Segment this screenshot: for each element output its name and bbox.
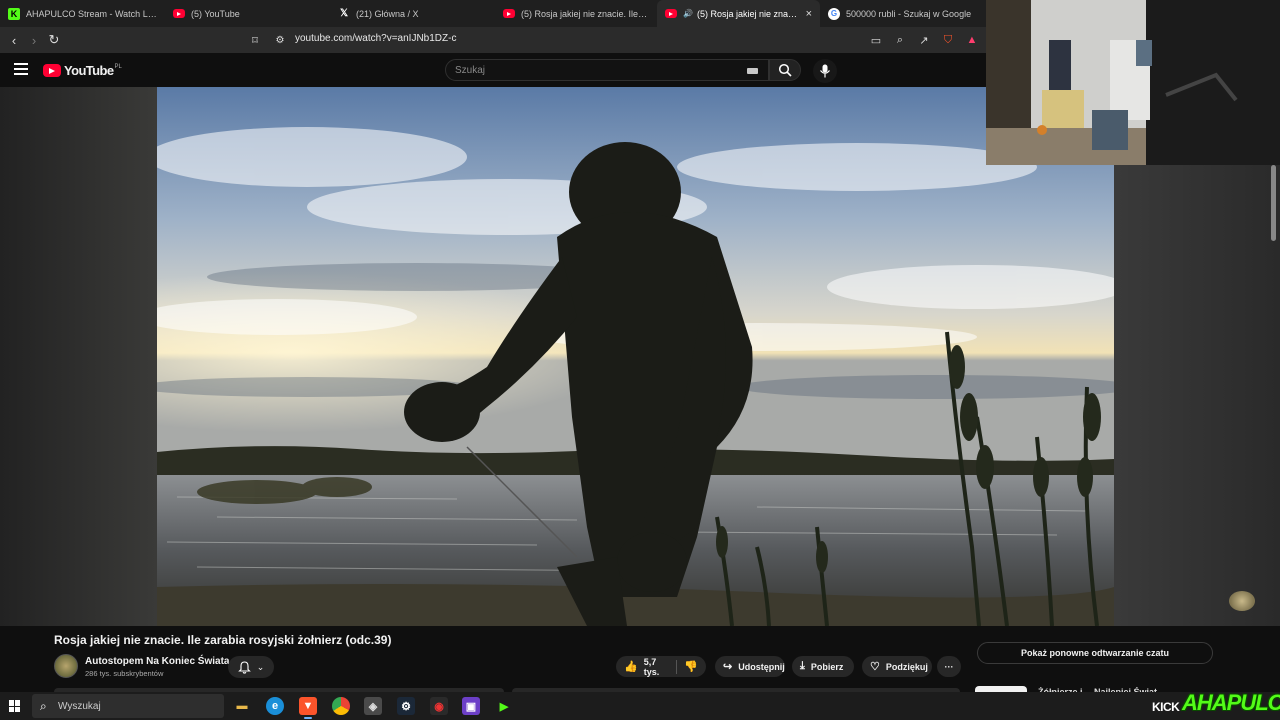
windows-start-icon[interactable] (9, 700, 21, 712)
chrome-icon[interactable] (332, 697, 350, 715)
tab-x-home[interactable]: 𝕏 (21) Główna / X (330, 0, 495, 27)
keyboard-icon[interactable] (747, 68, 758, 74)
kick-app-icon[interactable]: ▶ (495, 697, 513, 715)
country-code: PL (114, 63, 122, 70)
search-button[interactable] (769, 59, 801, 81)
tab-kick-stream[interactable]: K AHAPULCO Stream - Watch Live on K (0, 0, 165, 27)
subscriber-count: 286 tys. subskrybentów (85, 669, 164, 678)
thumbs-down-icon[interactable]: 👎 (684, 660, 698, 673)
ambient-left (0, 87, 157, 626)
reload-icon[interactable]: ↻ (44, 30, 64, 50)
brave-rewards-icon[interactable]: ▲ (962, 30, 982, 50)
address-bar[interactable]: youtube.com/watch?v=anIJNb1DZ-c (295, 33, 456, 44)
obs-icon[interactable]: ◉ (430, 697, 448, 715)
app-icon-2[interactable]: ▣ (462, 697, 480, 715)
tab-title: (5) Rosja jakiej nie znacie. Ile zarabia (521, 8, 649, 19)
thanks-button[interactable]: ♡ Podziękuj (862, 656, 932, 677)
file-explorer-icon[interactable]: ▬ (233, 697, 251, 715)
google-icon: G (828, 7, 840, 20)
webcam-scene (986, 0, 1280, 165)
tab-google-search[interactable]: G 500000 rubli - Szukaj w Google (820, 0, 980, 27)
search-icon (778, 63, 792, 77)
share-button[interactable]: ↪ Udostępnij (715, 656, 785, 677)
x-icon: 𝕏 (339, 8, 349, 19)
download-icon: ⤓ (800, 660, 805, 672)
video-info: Rosja jakiej nie znacie. Ile zarabia ros… (0, 626, 1280, 690)
like-dislike-group: 👍 5,7 tys. 👎 (616, 656, 706, 677)
voice-search-button[interactable] (813, 59, 837, 83)
tab-title: (5) Rosja jakiej nie znacie. Ile (696, 8, 798, 19)
browser-toolbar: ‹ › ↻ ⌑ ⚙ youtube.com/watch?v=anIJNb1DZ-… (0, 27, 986, 53)
kick-wordmark: KICK (1152, 700, 1180, 714)
edge-icon[interactable]: e (266, 697, 284, 715)
kick-icon: K (8, 7, 20, 20)
screen: K AHAPULCO Stream - Watch Live on K (5) … (0, 0, 1280, 720)
youtube-header: YouTube PL (0, 53, 986, 87)
search-input[interactable] (446, 60, 726, 81)
thanks-icon: ♡ (870, 661, 880, 673)
tab-title: 500000 rubli - Szukaj w Google (846, 8, 972, 19)
divider (675, 659, 677, 674)
notification-bell-button[interactable]: ⌄ (228, 656, 274, 678)
share-icon: ↪ (723, 661, 733, 673)
youtube-icon (173, 9, 185, 18)
menu-icon[interactable] (14, 63, 28, 75)
zoom-icon[interactable]: ⌕ (890, 30, 910, 50)
back-icon[interactable]: ‹ (4, 30, 24, 50)
video-title: Rosja jakiej nie znacie. Ile zarabia ros… (54, 633, 392, 647)
cast-icon[interactable]: ▭ (866, 30, 886, 50)
youtube-icon (503, 9, 515, 18)
thumbs-up-icon[interactable]: 👍 (624, 660, 638, 673)
like-count[interactable]: 5,7 tys. (644, 657, 668, 677)
thanks-label: Podziękuj (885, 661, 928, 672)
youtube-icon (665, 9, 677, 18)
brave-shields-icon[interactable]: ⛉ (938, 30, 958, 50)
share-page-icon[interactable]: ↗ (914, 30, 934, 50)
taskbar-search[interactable]: ⌕ Wyszukaj (32, 694, 224, 718)
video-frame (157, 87, 1114, 626)
youtube-icon (43, 64, 61, 77)
bell-icon (237, 660, 251, 674)
more-icon: ··· (944, 661, 954, 672)
youtube-logo[interactable]: YouTube PL (43, 63, 122, 78)
tab-youtube-video-active[interactable]: 🔊 (5) Rosja jakiej nie znacie. Ile × (657, 0, 820, 27)
streamer-webcam (986, 0, 1280, 165)
page-scrollbar[interactable] (1271, 165, 1276, 241)
more-actions-button[interactable]: ··· (937, 656, 961, 677)
tab-youtube-video-1[interactable]: (5) Rosja jakiej nie znacie. Ile zarabia (495, 0, 657, 27)
bookmark-icon[interactable]: ⌑ (245, 30, 265, 50)
brave-icon[interactable]: ▼ (299, 697, 317, 719)
chevron-down-icon: ⌄ (256, 661, 265, 672)
share-label: Udostępnij (738, 661, 785, 672)
tab-title: (5) YouTube (191, 8, 240, 19)
download-label: Pobierz (810, 661, 844, 672)
speaker-icon[interactable]: 🔊 (683, 9, 693, 18)
download-button[interactable]: ⤓ Pobierz (792, 656, 854, 677)
streamer-logo: AHAPULCO (1182, 690, 1280, 715)
channel-avatar[interactable] (54, 654, 78, 678)
tab-title: AHAPULCO Stream - Watch Live on K (26, 8, 157, 19)
video-player[interactable] (157, 87, 1114, 626)
forward-icon[interactable]: › (24, 30, 44, 50)
site-settings-icon[interactable]: ⚙ (270, 30, 290, 50)
channel-watermark[interactable] (1229, 591, 1255, 611)
microphone-icon (820, 64, 830, 78)
show-chat-replay-button[interactable]: Pokaż ponowne odtwarzanie czatu (977, 642, 1213, 664)
app-icon[interactable]: ◈ (364, 697, 382, 715)
youtube-logo-text: YouTube (64, 63, 114, 78)
channel-name[interactable]: Autostopem Na Koniec Świata (85, 656, 229, 667)
search-icon: ⌕ (40, 699, 47, 713)
windows-taskbar: ⌕ Wyszukaj ▬ e ▼ ◈ ⚙ ◉ ▣ ▶ (0, 692, 1280, 720)
tab-youtube-home[interactable]: (5) YouTube (165, 0, 330, 27)
steam-icon[interactable]: ⚙ (397, 697, 415, 715)
search-box (445, 59, 769, 81)
tab-title: (21) Główna / X (356, 8, 419, 19)
close-icon[interactable]: × (806, 8, 812, 20)
ambient-right (1114, 87, 1280, 626)
taskbar-search-label: Wyszukaj (58, 700, 101, 712)
